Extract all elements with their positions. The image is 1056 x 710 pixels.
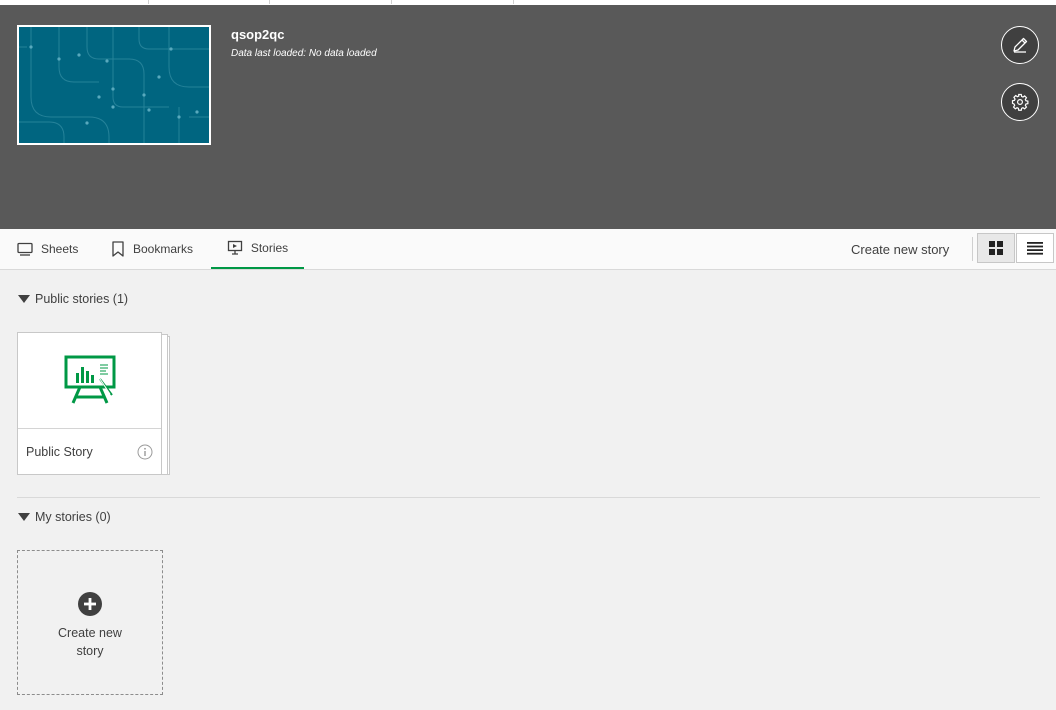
list-icon	[1027, 242, 1043, 255]
collapse-triangle-icon	[18, 295, 30, 303]
edit-app-button[interactable]	[1001, 26, 1039, 64]
tab-stories[interactable]: Stories	[211, 229, 304, 269]
plus-circle-icon	[78, 591, 102, 616]
tab-bookmarks[interactable]: Bookmarks	[111, 229, 193, 269]
my-stories-section-toggle[interactable]: My stories (0)	[18, 510, 111, 524]
app-thumbnail[interactable]	[17, 25, 211, 145]
asset-tab-bar: Sheets Bookmarks Stories Create new stor…	[0, 229, 1056, 270]
create-new-story-card[interactable]: Create new story	[17, 550, 163, 695]
top-strip-segment	[0, 0, 149, 4]
app-title: qsop2qc	[231, 27, 285, 42]
circuit-pattern-image	[19, 27, 209, 143]
tab-label: Bookmarks	[133, 242, 194, 256]
collapse-triangle-icon	[18, 513, 30, 521]
story-card[interactable]: Public Story	[17, 332, 162, 475]
pencil-icon	[1013, 37, 1028, 53]
section-label: My stories (0)	[35, 510, 111, 524]
top-strip-segment	[391, 0, 514, 4]
public-stories-section-toggle[interactable]: Public stories (1)	[18, 292, 128, 306]
story-title: Public Story	[26, 445, 93, 459]
data-load-status: Data last loaded: No data loaded	[231, 48, 377, 59]
toolbar-divider	[972, 237, 973, 261]
create-story-label: Create new story	[58, 625, 122, 658]
grid-icon	[989, 241, 1003, 255]
presentation-board-icon	[64, 355, 115, 404]
tab-sheets[interactable]: Sheets	[17, 229, 78, 269]
tab-label: Sheets	[41, 242, 79, 256]
create-new-story-button[interactable]: Create new story	[851, 229, 949, 269]
grid-view-button[interactable]	[977, 233, 1015, 263]
story-thumbnail	[18, 333, 161, 429]
sheet-icon	[17, 242, 33, 256]
bookmark-icon	[111, 241, 125, 257]
top-strip-segment	[269, 0, 392, 4]
list-view-button[interactable]	[1016, 233, 1054, 263]
top-strip-segment	[148, 0, 270, 4]
tab-label: Stories	[250, 241, 289, 255]
info-icon[interactable]	[137, 444, 153, 460]
app-header: qsop2qc Data last loaded: No data loaded	[0, 5, 1056, 229]
section-divider	[17, 497, 1040, 498]
gear-icon	[1011, 93, 1029, 111]
app-settings-button[interactable]	[1001, 83, 1039, 121]
section-label: Public stories (1)	[35, 292, 129, 306]
story-icon	[227, 240, 243, 256]
